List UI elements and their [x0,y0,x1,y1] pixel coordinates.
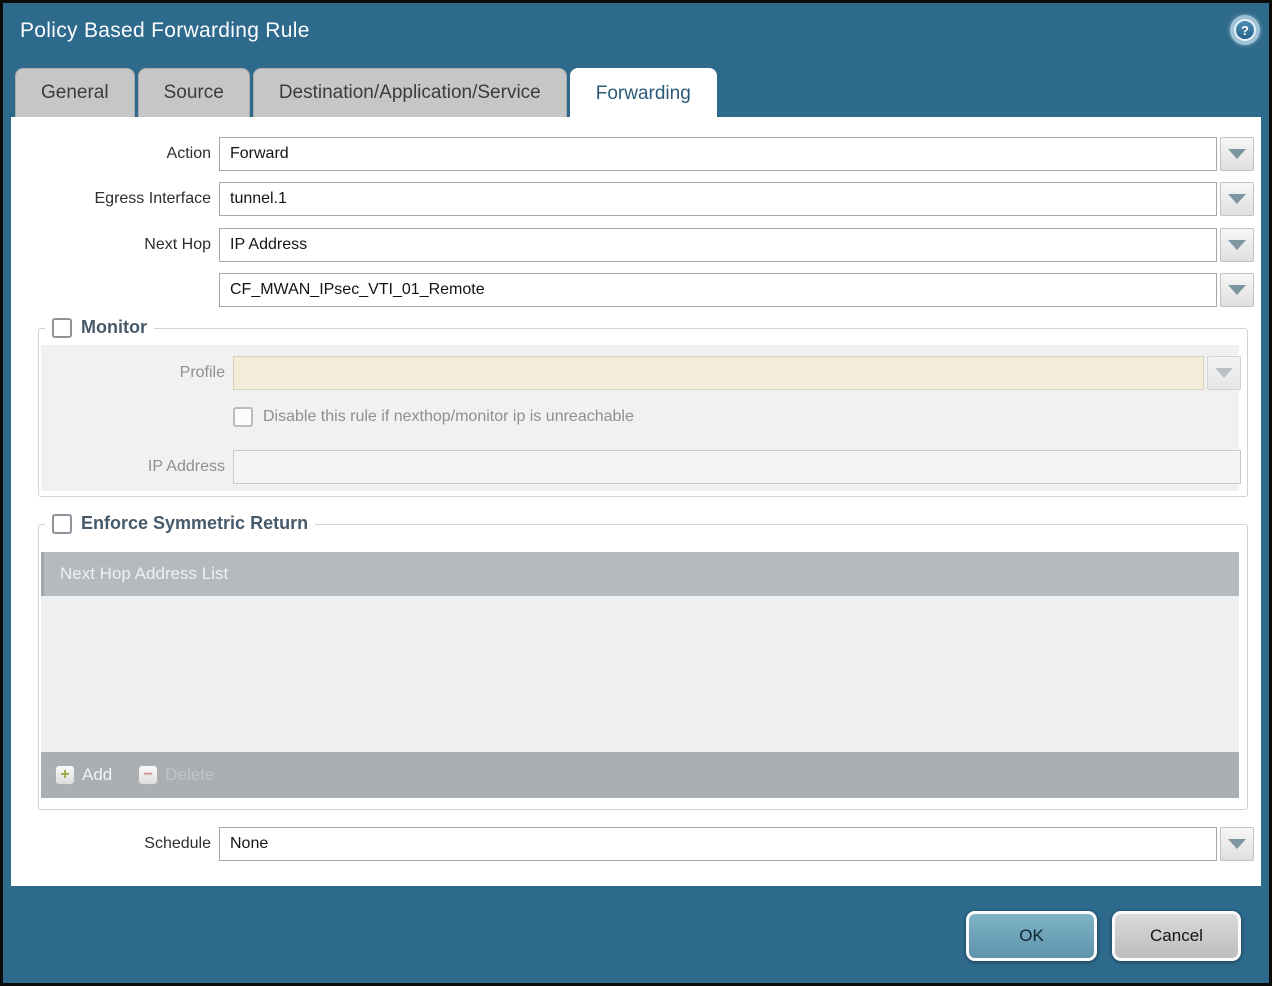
enforce-symmetric-return-legend: Enforce Symmetric Return [45,513,315,534]
help-icon[interactable]: ? [1230,15,1260,45]
egress-interface-dropdown-button[interactable] [1220,182,1254,216]
next-hop-address-table: Next Hop Address List + Add − Delete [41,552,1239,798]
monitor-section-label: Monitor [81,317,147,338]
schedule-dropdown-button[interactable] [1220,827,1254,861]
enforce-symmetric-return-checkbox[interactable] [52,514,72,534]
pbf-rule-dialog: Policy Based Forwarding Rule ? General S… [0,0,1272,986]
monitor-checkbox[interactable] [52,318,72,338]
plus-icon: + [55,765,75,785]
delete-button-label: Delete [165,765,214,785]
tab-general[interactable]: General [15,68,135,117]
profile-input[interactable] [233,356,1204,390]
next-hop-label: Next Hop [11,236,211,254]
next-hop-address-list-body[interactable] [41,596,1239,752]
add-button[interactable]: + Add [55,765,112,785]
egress-interface-row: Egress Interface tunnel.1 [11,182,1261,216]
enforce-symmetric-return-label: Enforce Symmetric Return [81,513,308,534]
next-hop-address-input[interactable]: CF_MWAN_IPsec_VTI_01_Remote [219,273,1217,307]
delete-button[interactable]: − Delete [138,765,214,785]
next-hop-address-row: CF_MWAN_IPsec_VTI_01_Remote [11,273,1261,307]
schedule-label: Schedule [11,835,211,853]
egress-interface-label: Egress Interface [11,190,211,208]
chevron-down-icon [1228,285,1246,295]
profile-dropdown-button[interactable] [1207,356,1241,390]
add-button-label: Add [82,765,112,785]
enforce-symmetric-return-section: Enforce Symmetric Return Next Hop Addres… [38,524,1248,810]
monitor-panel: Profile Disable this rule if nexthop/mon… [41,345,1239,491]
ok-button[interactable]: OK [966,911,1097,961]
tab-forwarding[interactable]: Forwarding [570,68,717,119]
egress-interface-input[interactable]: tunnel.1 [219,182,1217,216]
action-dropdown-button[interactable] [1220,137,1254,171]
monitor-section: Monitor Profile Disable this rule if nex… [38,328,1248,497]
tab-destination-application-service[interactable]: Destination/Application/Service [253,68,567,117]
action-label: Action [11,145,211,163]
chevron-down-icon [1228,194,1246,204]
chevron-down-icon [1228,149,1246,159]
schedule-input[interactable]: None [219,827,1217,861]
tab-source[interactable]: Source [138,68,250,117]
action-row: Action Forward [11,137,1261,171]
forwarding-tab-panel: Action Forward Egress Interface tunnel.1… [11,117,1261,886]
next-hop-row: Next Hop IP Address [11,228,1261,262]
minus-icon: − [138,765,158,785]
disable-rule-checkbox[interactable] [233,407,253,427]
monitor-legend: Monitor [45,317,154,338]
chevron-down-icon [1228,240,1246,250]
next-hop-dropdown-button[interactable] [1220,228,1254,262]
table-toolbar: + Add − Delete [41,752,1239,798]
profile-label: Profile [41,364,225,382]
next-hop-address-dropdown-button[interactable] [1220,273,1254,307]
monitor-ip-address-row: IP Address [41,450,1239,484]
monitor-ip-address-label: IP Address [41,458,225,476]
chevron-down-icon [1215,368,1233,378]
next-hop-type-input[interactable]: IP Address [219,228,1217,262]
monitor-ip-address-input[interactable] [233,450,1241,484]
cancel-button[interactable]: Cancel [1112,911,1241,961]
action-input[interactable]: Forward [219,137,1217,171]
dialog-title: Policy Based Forwarding Rule [20,19,310,43]
question-mark-glyph: ? [1234,19,1256,41]
tab-bar: General Source Destination/Application/S… [15,68,717,117]
disable-rule-row: Disable this rule if nexthop/monitor ip … [233,407,1272,427]
disable-rule-label: Disable this rule if nexthop/monitor ip … [263,408,634,426]
monitor-profile-row: Profile [41,356,1239,390]
schedule-row: Schedule None [11,827,1261,861]
next-hop-address-list-header: Next Hop Address List [41,552,1239,596]
chevron-down-icon [1228,839,1246,849]
